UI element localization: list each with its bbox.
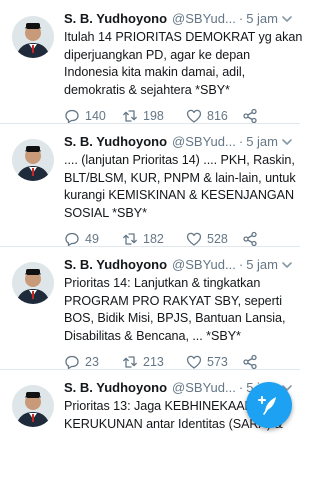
tweet-text-line: BOS, Bidik Misi, BPJS, Bantuan Lansia, bbox=[64, 311, 286, 325]
avatar[interactable] bbox=[12, 139, 54, 181]
chevron-down-icon[interactable] bbox=[280, 135, 294, 149]
tweet-text-line: Prioritas 14: Lanjutkan & tingkatkan bbox=[64, 276, 261, 290]
timestamp[interactable]: 5 jam bbox=[246, 133, 278, 151]
share-icon bbox=[243, 231, 257, 247]
author-handle[interactable]: @SBYud... bbox=[172, 379, 236, 397]
tweet-text-line: Disabilitas & Bencana, ... *SBY* bbox=[64, 328, 241, 343]
tweet-text: Prioritas 14: Lanjutkan & tingkatkan PRO… bbox=[64, 275, 294, 345]
share-button[interactable] bbox=[242, 108, 258, 124]
chevron-down-icon[interactable] bbox=[280, 258, 294, 272]
reply-count: 23 bbox=[85, 355, 99, 369]
retweet-count: 213 bbox=[143, 355, 164, 369]
tweet[interactable]: S. B. Yudhoyono @SBYud... · 5 jam Priori… bbox=[0, 246, 300, 370]
author-handle[interactable]: @SBYud... bbox=[172, 256, 236, 274]
tweet-actions: 140 198 816 bbox=[64, 108, 294, 124]
author-name[interactable]: S. B. Yudhoyono bbox=[64, 379, 167, 397]
compose-tweet-icon bbox=[258, 396, 276, 415]
avatar[interactable] bbox=[12, 262, 54, 304]
separator-dot: · bbox=[238, 257, 244, 272]
tweet-text: Itulah 14 PRIORITAS DEMOKRAT yg akan dip… bbox=[64, 29, 303, 99]
retweet-button[interactable]: 198 bbox=[122, 108, 186, 124]
author-name[interactable]: S. B. Yudhoyono bbox=[64, 10, 167, 28]
share-icon bbox=[243, 354, 257, 370]
share-button[interactable] bbox=[242, 231, 258, 247]
tweet-text-line: .... (lanjutan Prioritas 14) .... PKH, R… bbox=[64, 153, 295, 167]
author-name[interactable]: S. B. Yudhoyono bbox=[64, 256, 167, 274]
avatar[interactable] bbox=[12, 16, 54, 58]
retweet-icon bbox=[123, 356, 137, 368]
share-icon bbox=[243, 108, 257, 124]
separator-dot: · bbox=[238, 11, 244, 26]
avatar[interactable] bbox=[12, 385, 54, 427]
tweet-text-line: PROGRAM PRO RAKYAT SBY, seperti bbox=[64, 293, 282, 308]
tweet[interactable]: S. B. Yudhoyono @SBYud... · 5 jam .... (… bbox=[0, 123, 300, 247]
retweet-icon bbox=[123, 233, 137, 245]
tweet-header: S. B. Yudhoyono @SBYud... · 5 jam bbox=[64, 256, 294, 274]
tweet-text: .... (lanjutan Prioritas 14) .... PKH, R… bbox=[64, 152, 296, 222]
tweet-actions: 23 213 573 bbox=[64, 354, 294, 370]
tweet-header: S. B. Yudhoyono @SBYud... · 5 jam bbox=[64, 10, 294, 28]
timestamp[interactable]: 5 jam bbox=[246, 10, 278, 28]
tweet-text-line: Itulah 14 PRIORITAS DEMOKRAT yg akan bbox=[64, 30, 303, 44]
heart-icon bbox=[186, 109, 202, 123]
author-handle[interactable]: @SBYud... bbox=[172, 133, 236, 151]
like-button[interactable]: 573 bbox=[186, 354, 242, 370]
retweet-count: 182 bbox=[143, 232, 164, 246]
retweet-button[interactable]: 213 bbox=[122, 354, 186, 370]
reply-count: 140 bbox=[85, 109, 106, 123]
tweet-text-line: BLT/BLSM, KUR, PNPM & lain-lain, untuk bbox=[64, 170, 296, 185]
author-handle[interactable]: @SBYud... bbox=[172, 10, 236, 28]
reply-icon bbox=[65, 109, 79, 124]
separator-dot: · bbox=[238, 380, 244, 395]
like-count: 573 bbox=[207, 355, 228, 369]
share-button[interactable] bbox=[242, 354, 258, 370]
timestamp[interactable]: 5 jam bbox=[246, 256, 278, 274]
heart-icon bbox=[186, 232, 202, 246]
like-count: 816 bbox=[207, 109, 228, 123]
retweet-button[interactable]: 182 bbox=[122, 231, 186, 247]
tweet-header: S. B. Yudhoyono @SBYud... · 5 jam bbox=[64, 133, 294, 151]
reply-icon bbox=[65, 232, 79, 247]
reply-button[interactable]: 140 bbox=[64, 108, 122, 124]
tweet[interactable]: S. B. Yudhoyono @SBYud... · 5 jam Itulah… bbox=[0, 0, 303, 124]
like-button[interactable]: 528 bbox=[186, 231, 242, 247]
like-count: 528 bbox=[207, 232, 228, 246]
reply-icon bbox=[65, 355, 79, 370]
tweet-text-line: diperjuangkan PD, agar ke depan bbox=[64, 47, 251, 62]
tweet-text-line: kurangi KEMISKINAN & KESENJANGAN bbox=[64, 188, 295, 202]
reply-button[interactable]: 49 bbox=[64, 231, 122, 247]
heart-icon bbox=[186, 355, 202, 369]
retweet-count: 198 bbox=[143, 109, 164, 123]
separator-dot: · bbox=[238, 134, 244, 149]
author-name[interactable]: S. B. Yudhoyono bbox=[64, 133, 167, 151]
tweet-text-line: SOSIAL *SBY* bbox=[64, 205, 147, 220]
retweet-icon bbox=[123, 110, 137, 122]
compose-tweet-button[interactable] bbox=[246, 382, 292, 428]
chevron-down-icon[interactable] bbox=[280, 12, 294, 26]
like-button[interactable]: 816 bbox=[186, 108, 242, 124]
tweet-text-line: Indonesia kita makin damai, adil, bbox=[64, 65, 246, 79]
reply-count: 49 bbox=[85, 232, 99, 246]
tweet-actions: 49 182 528 bbox=[64, 231, 294, 247]
reply-button[interactable]: 23 bbox=[64, 354, 122, 370]
tweet-text-line: demokratis & sejahtera *SBY* bbox=[64, 82, 230, 97]
